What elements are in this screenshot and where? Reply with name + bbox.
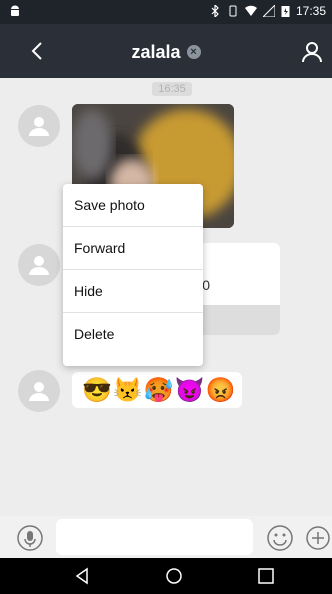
chat-title: zalala × — [0, 41, 332, 63]
bluetooth-icon — [211, 5, 219, 17]
profile-icon[interactable] — [300, 40, 324, 64]
chat-header: zalala × — [0, 24, 332, 78]
emoji: 😡 — [205, 376, 236, 404]
emoji-message[interactable]: 😎 😾 🥵 😈 😡 — [72, 372, 242, 408]
smile-icon[interactable] — [266, 524, 294, 552]
timestamp: 16:35 — [152, 82, 192, 96]
menu-item-forward[interactable]: Forward — [63, 227, 203, 270]
avatar[interactable] — [18, 244, 60, 286]
recents-square-icon[interactable] — [254, 564, 278, 588]
card-text: 0 — [202, 277, 210, 293]
vibrate-icon — [229, 5, 237, 17]
back-triangle-icon[interactable] — [70, 564, 94, 588]
avatar-person-icon — [29, 117, 49, 136]
avatar[interactable] — [18, 105, 60, 147]
wifi-icon — [244, 5, 257, 16]
avatar[interactable] — [18, 370, 60, 412]
input-bar — [0, 516, 332, 558]
emoji: 😈 — [174, 376, 205, 404]
status-time: 17:35 — [295, 4, 326, 18]
menu-item-delete[interactable]: Delete — [63, 313, 203, 355]
android-icon — [11, 5, 19, 16]
chat-area[interactable]: 16:35 0 😎 😾 🥵 😈 😡 Save photo Forward Hid… — [0, 78, 332, 516]
home-circle-icon[interactable] — [162, 564, 186, 588]
context-menu: Save photo Forward Hide Delete — [63, 184, 203, 366]
menu-item-hide[interactable]: Hide — [63, 270, 203, 313]
emoji: 🥵 — [143, 376, 174, 404]
menu-item-save-photo[interactable]: Save photo — [63, 184, 203, 227]
system-nav-bar — [0, 558, 332, 594]
plus-icon[interactable] — [305, 524, 332, 552]
battery-icon — [281, 6, 290, 17]
signal-icon — [262, 5, 275, 17]
avatar-person-icon — [29, 256, 49, 275]
status-bar: 17:35 — [0, 0, 332, 24]
status-icons: 17:35 — [209, 4, 326, 18]
contact-name: zalala — [131, 41, 181, 62]
microphone-icon[interactable] — [16, 524, 44, 552]
emoji: 😎 — [82, 376, 112, 404]
remove-badge-icon[interactable]: × — [186, 45, 201, 60]
emoji: 😾 — [112, 376, 143, 404]
message-input[interactable] — [56, 519, 253, 555]
avatar-person-icon — [29, 382, 49, 401]
